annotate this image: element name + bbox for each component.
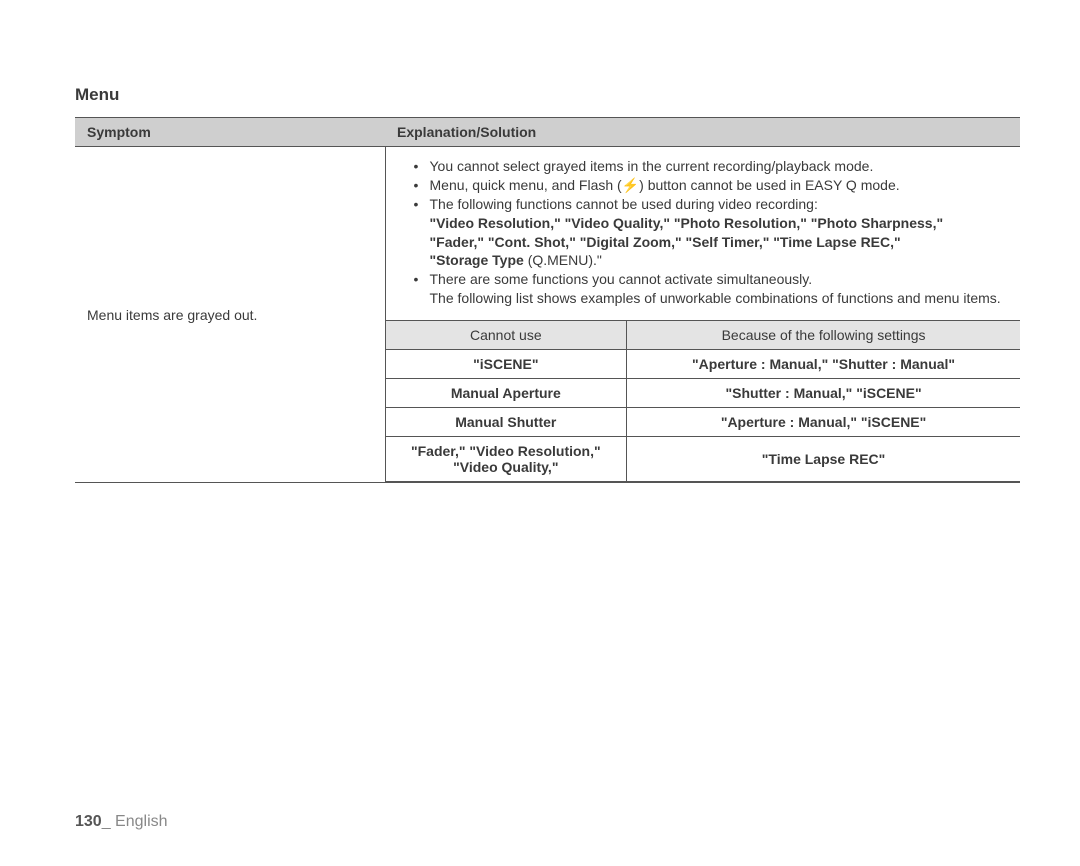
section-title: Menu <box>75 85 1020 105</box>
header-explanation: Explanation/Solution <box>385 118 1020 147</box>
inner-cell: "Shutter : Manual," "iSCENE" <box>627 379 1020 408</box>
table-row: Menu items are grayed out. You cannot se… <box>75 147 1020 483</box>
inner-row: Manual Aperture "Shutter : Manual," "iSC… <box>386 379 1021 408</box>
explanation-cell: You cannot select grayed items in the cu… <box>385 147 1020 483</box>
header-symptom: Symptom <box>75 118 385 147</box>
bold-line: "Fader," "Cont. Shot," "Digital Zoom," "… <box>400 233 1007 252</box>
text: Menu, quick menu, and Flash ( <box>430 177 622 193</box>
text: ) button cannot be used in EASY Q mode. <box>639 177 899 193</box>
inner-header-cannot-use: Cannot use <box>386 321 627 350</box>
symptom-cell: Menu items are grayed out. <box>75 147 385 483</box>
inner-header-because: Because of the following settings <box>627 321 1020 350</box>
list-item: You cannot select grayed items in the cu… <box>430 157 1007 176</box>
inner-cell: "iSCENE" <box>386 350 627 379</box>
explanation-body: You cannot select grayed items in the cu… <box>386 147 1021 316</box>
inner-cell: "Time Lapse REC" <box>627 437 1020 482</box>
bold-line: "Storage Type (Q.MENU)." <box>400 251 1007 270</box>
document-page: Menu Symptom Explanation/Solution Menu i… <box>0 0 1080 523</box>
inner-header-row: Cannot use Because of the following sett… <box>386 321 1021 350</box>
inner-cell: "Aperture : Manual," "iSCENE" <box>627 408 1020 437</box>
inner-row: "Fader," "Video Resolution," "Video Qual… <box>386 437 1021 482</box>
list-item: The following functions cannot be used d… <box>430 195 1007 214</box>
inner-cell: Manual Shutter <box>386 408 627 437</box>
page-language: English <box>115 813 167 830</box>
list-item: There are some functions you cannot acti… <box>430 270 1007 289</box>
list-item: Menu, quick menu, and Flash (⚡) button c… <box>430 176 1007 195</box>
inner-row: "iSCENE" "Aperture : Manual," "Shutter :… <box>386 350 1021 379</box>
page-footer: 130_ English <box>75 813 168 831</box>
page-number: 130 <box>75 813 102 830</box>
table-header-row: Symptom Explanation/Solution <box>75 118 1020 147</box>
bold-line: "Video Resolution," "Video Quality," "Ph… <box>400 214 1007 233</box>
inner-cell: "Fader," "Video Resolution," "Video Qual… <box>386 437 627 482</box>
explanation-list: There are some functions you cannot acti… <box>400 270 1007 289</box>
explanation-list: You cannot select grayed items in the cu… <box>400 157 1007 214</box>
text-bold: "Storage Type <box>430 252 528 268</box>
inner-table: Cannot use Because of the following sett… <box>386 320 1021 482</box>
flash-icon: ⚡ <box>622 176 639 195</box>
inner-cell: Manual Aperture <box>386 379 627 408</box>
continuation-text: The following list shows examples of unw… <box>400 289 1007 308</box>
inner-row: Manual Shutter "Aperture : Manual," "iSC… <box>386 408 1021 437</box>
separator: _ <box>102 813 115 830</box>
inner-cell: "Aperture : Manual," "Shutter : Manual" <box>627 350 1020 379</box>
text: (Q.MENU)." <box>528 252 602 268</box>
troubleshoot-table: Symptom Explanation/Solution Menu items … <box>75 117 1020 483</box>
